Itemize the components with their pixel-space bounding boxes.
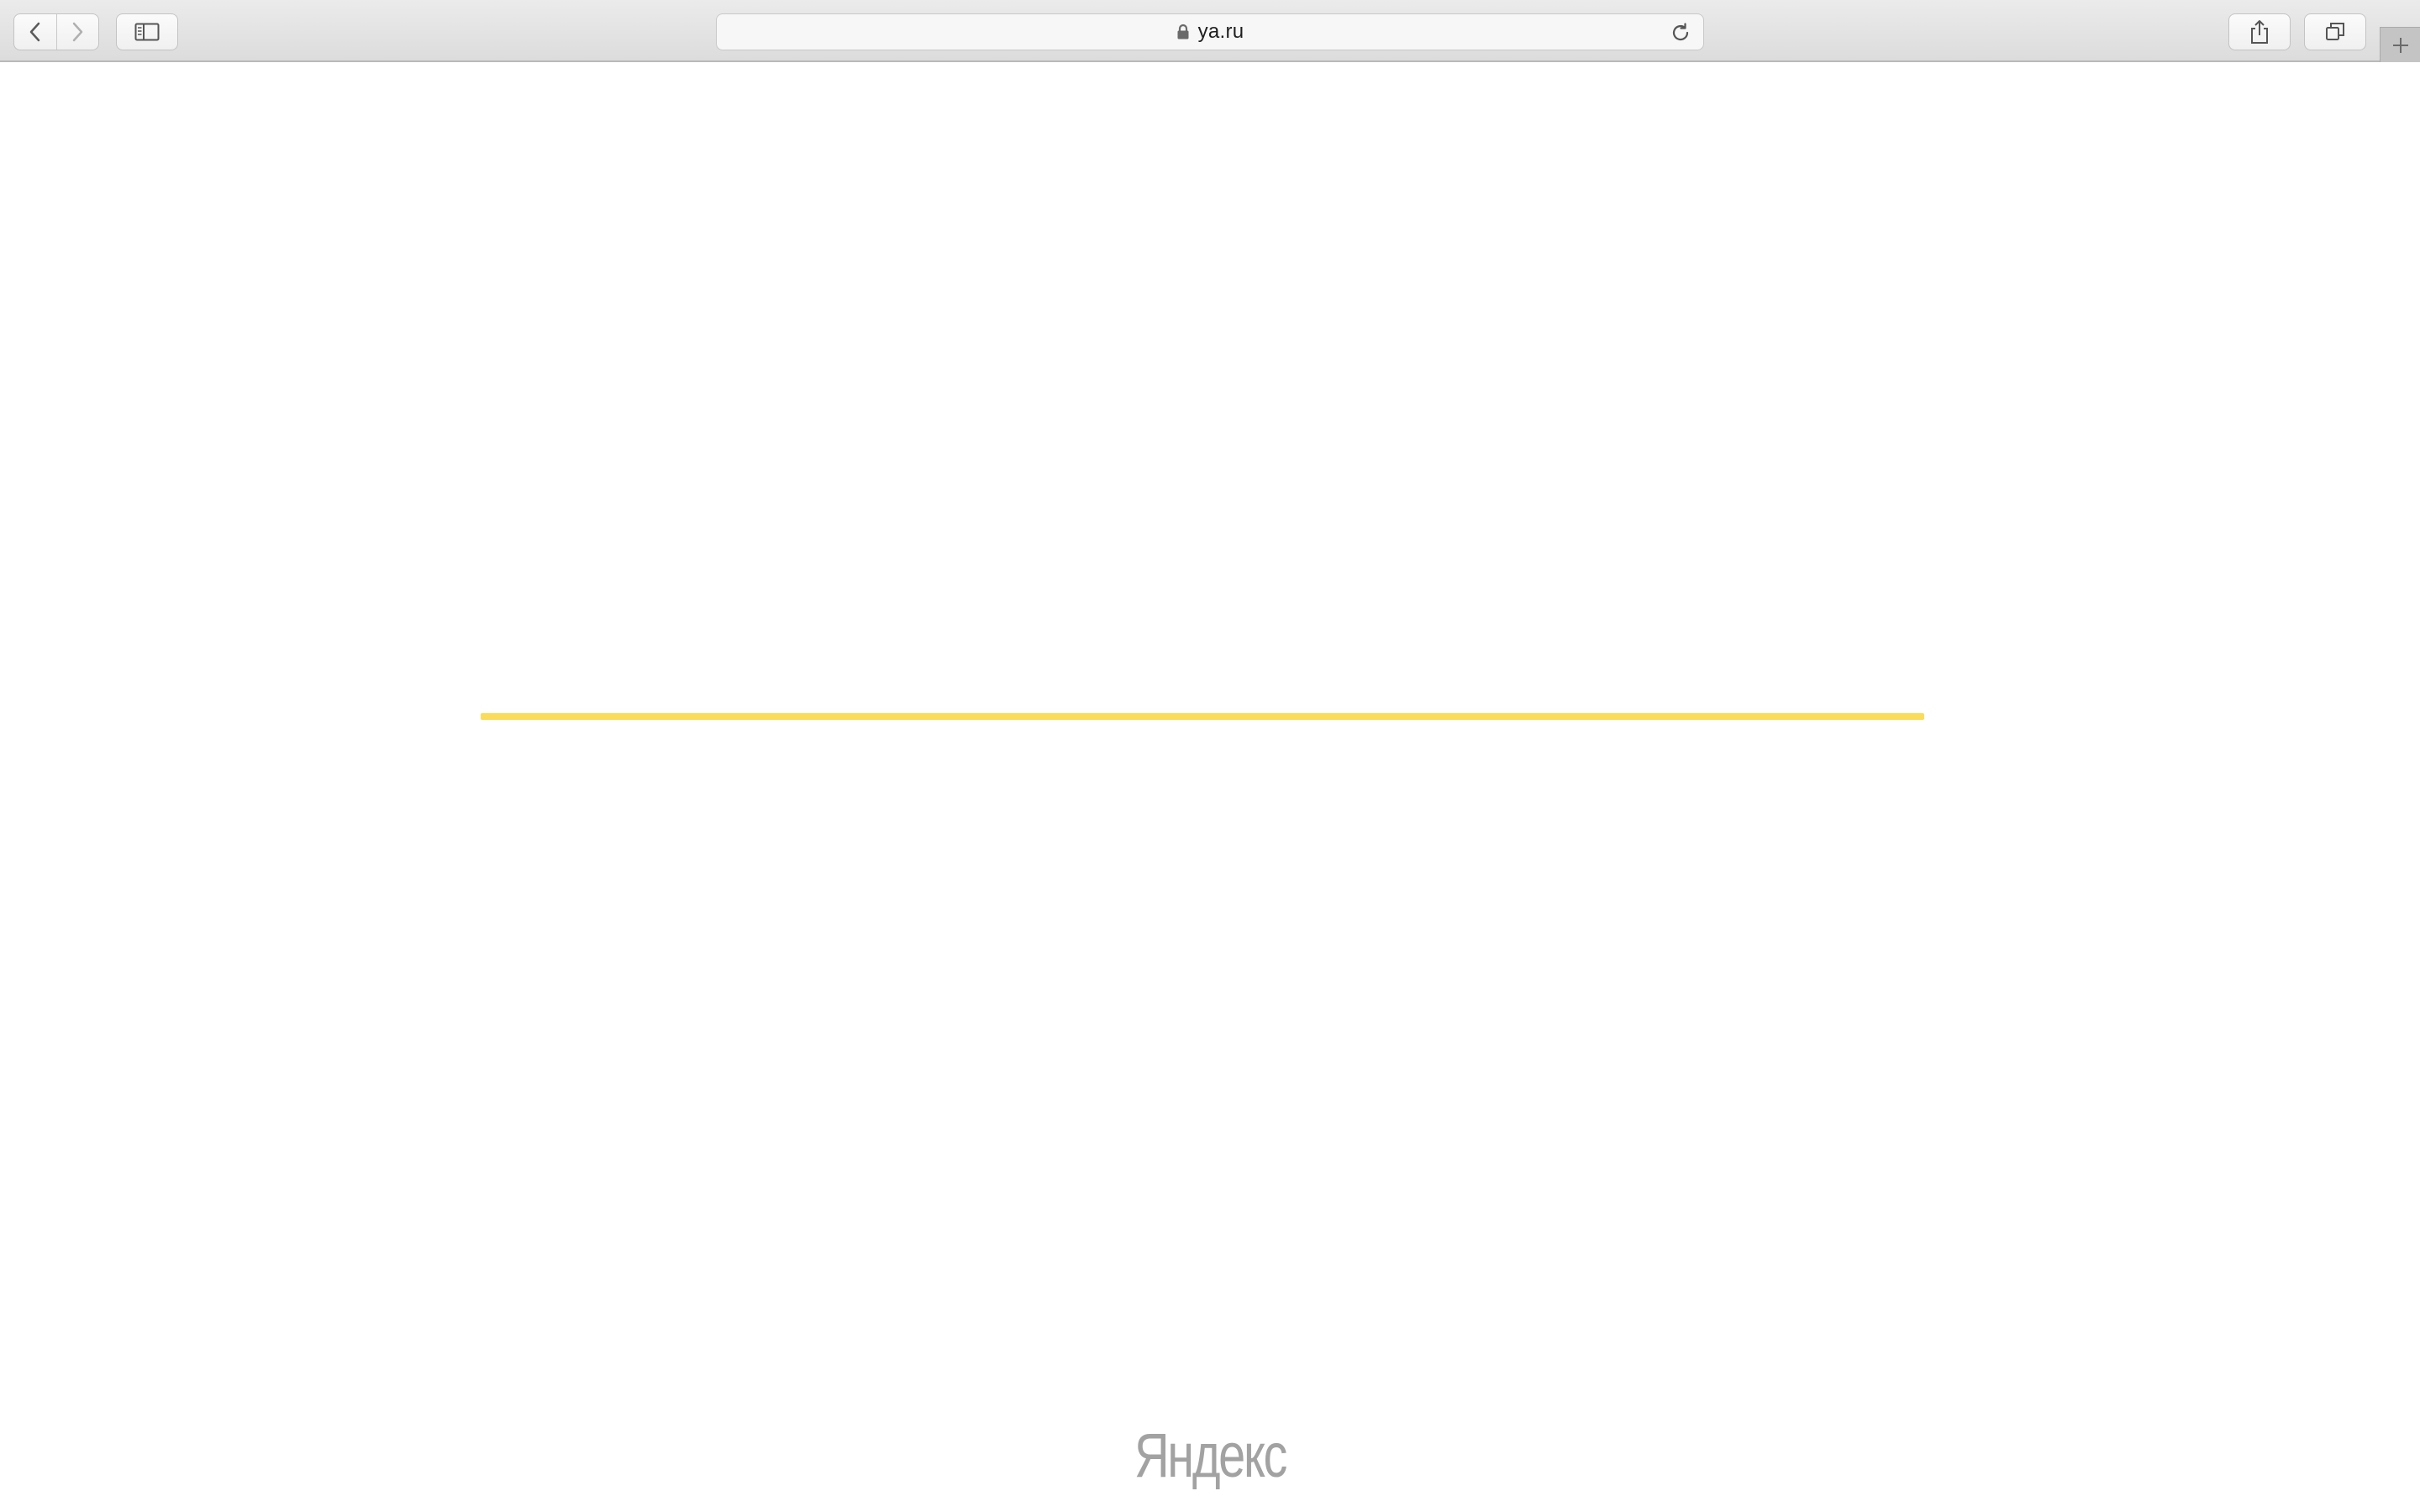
- chevron-right-icon: [73, 22, 83, 42]
- url-display: ya.ru: [1176, 20, 1244, 44]
- chevron-left-icon: [29, 22, 39, 42]
- loading-bar: [481, 713, 1924, 720]
- sidebar-button[interactable]: [116, 13, 178, 50]
- share-icon: [2251, 20, 2268, 44]
- back-button[interactable]: [14, 14, 56, 50]
- yandex-logo[interactable]: Яндекс: [266, 1420, 2154, 1491]
- tab-overview-button[interactable]: [2304, 13, 2366, 50]
- browser-toolbar: ya.ru: [0, 0, 2420, 62]
- tab-overview-icon: [2326, 23, 2344, 40]
- url-text: ya.ru: [1197, 20, 1244, 43]
- new-tab-button[interactable]: [2380, 27, 2420, 62]
- lock-icon: [1177, 24, 1189, 39]
- sidebar-icon: [134, 23, 160, 41]
- reload-icon: [1672, 23, 1689, 41]
- share-button[interactable]: [2228, 13, 2291, 50]
- plus-icon: [2392, 37, 2408, 53]
- reload-button[interactable]: [1668, 20, 1693, 45]
- address-bar[interactable]: ya.ru: [716, 13, 1704, 50]
- forward-button[interactable]: [55, 14, 99, 50]
- navigation-buttons: [13, 13, 99, 50]
